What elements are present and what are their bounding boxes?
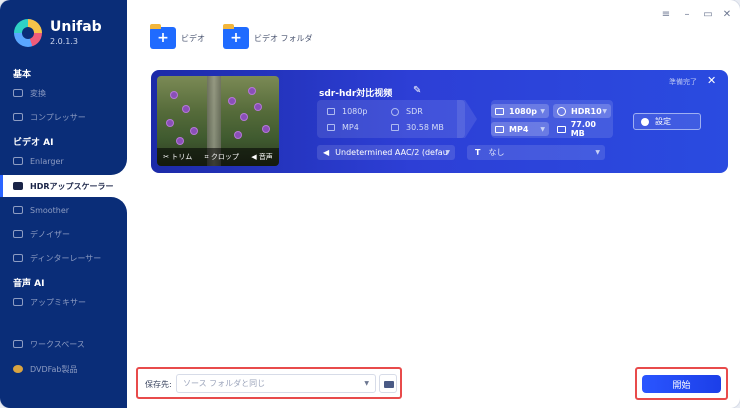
sidebar-item-denoiser[interactable]: デノイザー xyxy=(0,223,127,245)
file-size-icon xyxy=(557,125,566,133)
unifab-logo-icon xyxy=(14,19,42,47)
sidebar-item-workspace[interactable]: ワークスペース xyxy=(0,333,127,355)
add-video-button[interactable]: + ビデオ xyxy=(150,24,205,49)
compressor-icon xyxy=(13,113,23,121)
section-basic: 基本 xyxy=(13,70,32,80)
source-info-panel xyxy=(317,100,465,138)
task-card: ✂ トリム ⌗ クロップ ◀ 音声 sdr-hdr対比视频 ✎ 準備完了 ✕ 1… xyxy=(151,70,728,173)
folder-icon xyxy=(384,381,394,388)
browse-folder-button[interactable] xyxy=(379,374,397,393)
audio-button[interactable]: ◀ 音声 xyxy=(251,152,273,162)
maximize-icon[interactable]: ▭ xyxy=(702,9,714,20)
app-name: Unifab xyxy=(50,19,102,35)
denoiser-icon xyxy=(13,230,23,238)
sidebar-item-smoother[interactable]: Smoother xyxy=(0,199,127,221)
video-thumbnail[interactable]: ✂ トリム ⌗ クロップ ◀ 音声 xyxy=(157,76,279,166)
hdr-icon xyxy=(13,182,23,190)
sidebar-item-hdr-upscaler[interactable]: HDRアップスケーラー xyxy=(0,175,127,197)
sidebar-item-enlarger[interactable]: Enlarger xyxy=(0,150,127,172)
sidebar-item-deinterlacer[interactable]: ディンターレーサー xyxy=(0,247,127,269)
source-resolution: 1080p xyxy=(327,107,367,116)
dynamic-range-icon xyxy=(557,106,566,116)
output-size: 77.00 MB xyxy=(553,120,611,138)
convert-icon xyxy=(13,89,23,97)
subtitle-select[interactable]: T なし ▼ xyxy=(467,145,605,160)
file-size-icon xyxy=(391,124,399,131)
app-logo: Unifab 2.0.1.3 xyxy=(14,19,102,47)
save-location-label: 保存先: xyxy=(145,380,172,389)
start-button[interactable]: 開始 xyxy=(642,375,721,393)
deinterlacer-icon xyxy=(13,254,23,262)
settings-button[interactable]: 設定 xyxy=(633,113,701,130)
sidebar-item-compressor[interactable]: コンプレッサー xyxy=(0,106,127,128)
chevron-down-icon: ▼ xyxy=(595,149,600,156)
sidebar: Unifab 2.0.1.3 基本 変換 コンプレッサー ビデオ AI Enla… xyxy=(0,0,127,408)
arrow-icon xyxy=(457,100,477,138)
smoother-icon xyxy=(13,206,23,214)
status-badge: 準備完了 xyxy=(669,78,697,86)
chevron-down-icon: ▼ xyxy=(540,125,545,133)
menu-icon[interactable]: ≡ xyxy=(660,9,672,20)
app-window: Unifab 2.0.1.3 基本 変換 コンプレッサー ビデオ AI Enla… xyxy=(0,0,740,408)
chevron-down-icon: ▼ xyxy=(540,107,545,115)
gear-icon xyxy=(641,117,649,126)
sidebar-item-upmixer[interactable]: アップミキサー xyxy=(0,291,127,313)
audio-track-select[interactable]: ◀ Undetermined AAC/2 (defau ▼ xyxy=(317,145,455,160)
output-format-select[interactable]: MP4 ▼ xyxy=(491,122,549,136)
thumbnail-actions: ✂ トリム ⌗ クロップ ◀ 音声 xyxy=(157,148,279,166)
chevron-down-icon: ▼ xyxy=(445,149,450,156)
dvdfab-icon xyxy=(13,365,23,373)
sidebar-item-dvdfab-products[interactable]: DVDFab製品 xyxy=(0,358,127,380)
speaker-icon: ◀ xyxy=(323,148,330,157)
add-folder-icon: + xyxy=(223,24,249,49)
crop-button[interactable]: ⌗ クロップ xyxy=(205,152,239,162)
source-size: 30.58 MB xyxy=(391,123,444,132)
task-title: sdr-hdr対比视频 xyxy=(319,89,393,99)
video-format-icon xyxy=(327,124,335,131)
video-format-icon xyxy=(495,125,504,133)
source-format: MP4 xyxy=(327,123,359,132)
section-audio-ai: 音声 AI xyxy=(13,279,45,289)
section-video-ai: ビデオ AI xyxy=(13,138,54,148)
sidebar-item-convert[interactable]: 変換 xyxy=(0,82,127,104)
trim-button[interactable]: ✂ トリム xyxy=(163,152,192,162)
save-location-select[interactable]: ソース フォルダと同じ ▼ xyxy=(176,374,376,393)
add-folder-button[interactable]: + ビデオ フォルダ xyxy=(223,24,313,49)
monitor-icon xyxy=(13,340,23,348)
screen-icon xyxy=(495,107,504,115)
edit-icon[interactable]: ✎ xyxy=(413,85,421,96)
dynamic-range-icon xyxy=(391,107,399,116)
output-dynamic-range-select[interactable]: HDR10 ▼ xyxy=(553,104,611,118)
app-version: 2.0.1.3 xyxy=(50,37,78,46)
enlarger-icon xyxy=(13,157,23,165)
upmixer-icon xyxy=(13,298,23,306)
add-video-icon: + xyxy=(150,24,176,49)
chevron-down-icon: ▼ xyxy=(364,380,369,387)
chevron-down-icon: ▼ xyxy=(602,107,607,115)
minimize-icon[interactable]: – xyxy=(681,9,693,20)
output-resolution-select[interactable]: 1080p ▼ xyxy=(491,104,549,118)
remove-task-icon[interactable]: ✕ xyxy=(707,74,716,87)
source-dynamic-range: SDR xyxy=(391,107,423,116)
close-icon[interactable]: ✕ xyxy=(721,9,733,20)
subtitle-icon: T xyxy=(475,148,481,157)
screen-icon xyxy=(327,108,335,115)
